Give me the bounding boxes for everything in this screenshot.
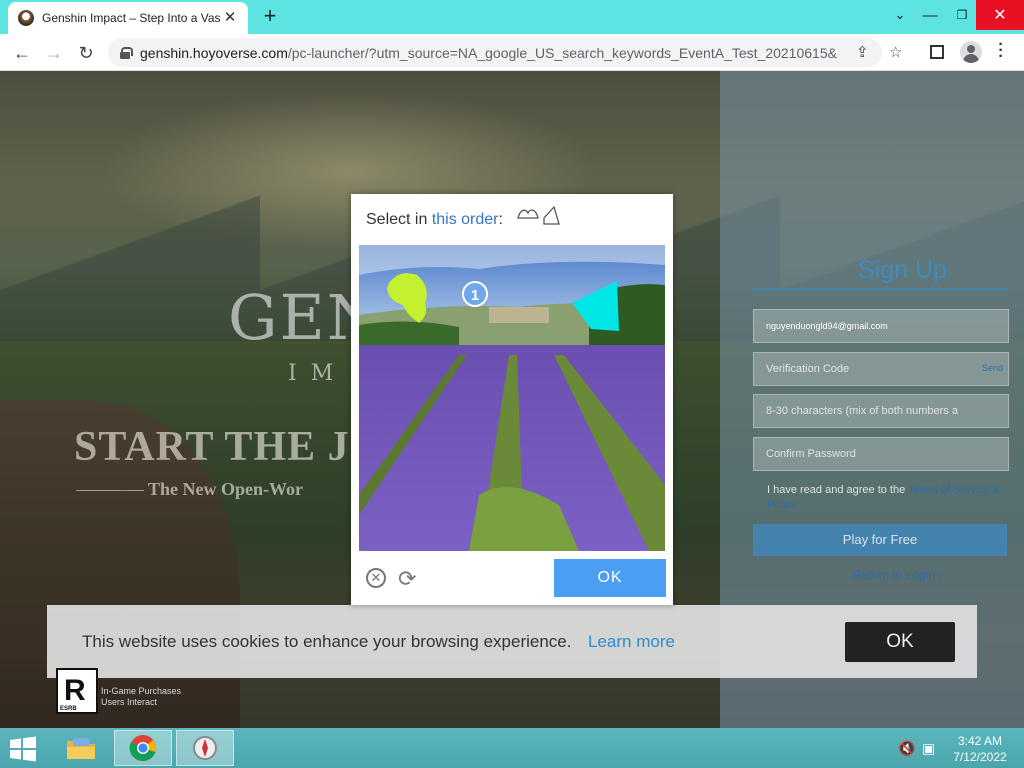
verification-code-field[interactable]: Verification Code [753,352,1009,386]
windows-taskbar: 🔇 ▣ 3:42 AM 7/12/2022 [0,728,1024,768]
confirm-password-field[interactable]: Confirm Password [753,437,1009,471]
file-explorer-icon[interactable] [52,730,110,766]
play-for-free-button[interactable]: Play for Free [753,524,1007,556]
address-bar[interactable]: genshin.hoyoverse.com /pc-launcher/?utm_… [108,38,902,67]
windows-start-icon[interactable] [8,736,38,762]
agree-text: I have read and agree to the [767,484,909,496]
captcha-prompt-suffix: : [498,211,503,228]
minimize-button[interactable]: — [914,0,946,30]
terms-agreement[interactable]: I have read and agree to the Terms of Se… [753,483,1015,513]
esrb-rating-logo: R ESRB [56,668,98,714]
volume-muted-icon[interactable]: 🔇 [898,740,915,757]
hero-subtitle: The New Open-Wor [148,479,303,499]
esrb-descriptor-1: In-Game Purchases [101,686,182,696]
captcha-close-icon[interactable]: ✕ [366,568,386,588]
close-window-button[interactable]: ✕ [976,0,1024,30]
forward-arrow-icon[interactable]: → [42,41,66,65]
genshin-favicon-icon [18,10,34,26]
policy-link[interactable]: Policy [767,499,796,511]
captcha-image[interactable]: 1 [359,245,665,551]
browser-menu-icon[interactable]: · · · [996,37,1006,65]
new-tab-button[interactable]: + [258,5,282,28]
browser-tab[interactable]: Genshin Impact – Step Into a Vast ✕ [8,2,248,34]
genshin-logo-subtitle: IM [288,361,348,386]
leaf-shape-hint-icon [517,209,539,219]
esrb-rating: R [64,674,86,707]
browser-tab-strip: Genshin Impact – Step Into a Vast ✕ + ⌄ … [0,0,1024,34]
send-code-link[interactable]: Send [982,363,1003,373]
cookie-ok-button[interactable]: OK [845,622,955,662]
network-icon[interactable]: ▣ [922,740,935,757]
hero-divider [76,490,144,491]
cookie-learn-more-link[interactable]: Learn more [588,632,675,652]
bookmark-star-icon[interactable]: ☆ [889,43,902,61]
trapezoid-shape-hint-icon [543,205,560,225]
hero-title: START THE J [74,424,350,470]
restore-button[interactable]: ❐ [946,0,978,30]
signup-title: Sign Up [858,256,947,284]
captcha-dialog: Select in this order: 1 ✕ ⟳ OK [351,194,673,605]
browser-toolbar: ← → ↻ genshin.hoyoverse.com /pc-launcher… [0,34,1024,71]
tab-title: Genshin Impact – Step Into a Vast [42,11,220,25]
esrb-label: ESRB [60,706,77,712]
close-tab-icon[interactable]: ✕ [222,10,238,26]
cookie-text: This website uses cookies to enhance you… [82,632,572,651]
captcha-refresh-icon[interactable]: ⟳ [398,566,416,592]
chrome-icon[interactable] [114,730,172,766]
tab-search-chevron-icon[interactable]: ⌄ [884,0,916,30]
screen: Genshin Impact – Step Into a Vast ✕ + ⌄ … [0,0,1024,768]
profile-avatar-icon[interactable] [960,41,982,63]
password-field[interactable]: 8-30 characters (mix of both numbers a [753,394,1009,428]
signup-underline [753,288,1007,290]
esrb-descriptors: In-Game Purchases Users Interact [101,686,181,708]
system-clock[interactable]: 3:42 AM 7/12/2022 [950,733,1010,765]
email-field[interactable]: nguyenduongld94@gmail.com [753,309,1009,343]
app-compass-icon[interactable] [176,730,234,766]
captcha-prompt-highlight: this order [431,211,499,228]
back-arrow-icon[interactable]: ← [10,41,34,65]
clock-date: 7/12/2022 [953,750,1007,764]
reload-icon[interactable]: ↻ [74,41,98,65]
captcha-ok-button[interactable]: OK [554,559,666,597]
captcha-prompt: Select in this order: [366,211,503,229]
clock-time: 3:42 AM [957,734,1003,748]
lock-icon[interactable] [120,46,133,59]
cookie-banner: This website uses cookies to enhance you… [47,605,977,678]
share-icon[interactable]: ⇪ [856,43,869,61]
side-panel-icon[interactable] [930,45,944,59]
captcha-prompt-prefix: Select in [366,211,432,228]
terms-link[interactable]: Terms of Service & [908,484,1000,496]
return-to-login-link[interactable]: Return to Login › [853,568,942,582]
url-host: genshin.hoyoverse.com [140,44,288,61]
selection-marker-1: 1 [471,287,479,304]
esrb-descriptor-2: Users Interact [101,697,158,707]
url-path: /pc-launcher/?utm_source=NA_google_US_se… [287,44,838,61]
